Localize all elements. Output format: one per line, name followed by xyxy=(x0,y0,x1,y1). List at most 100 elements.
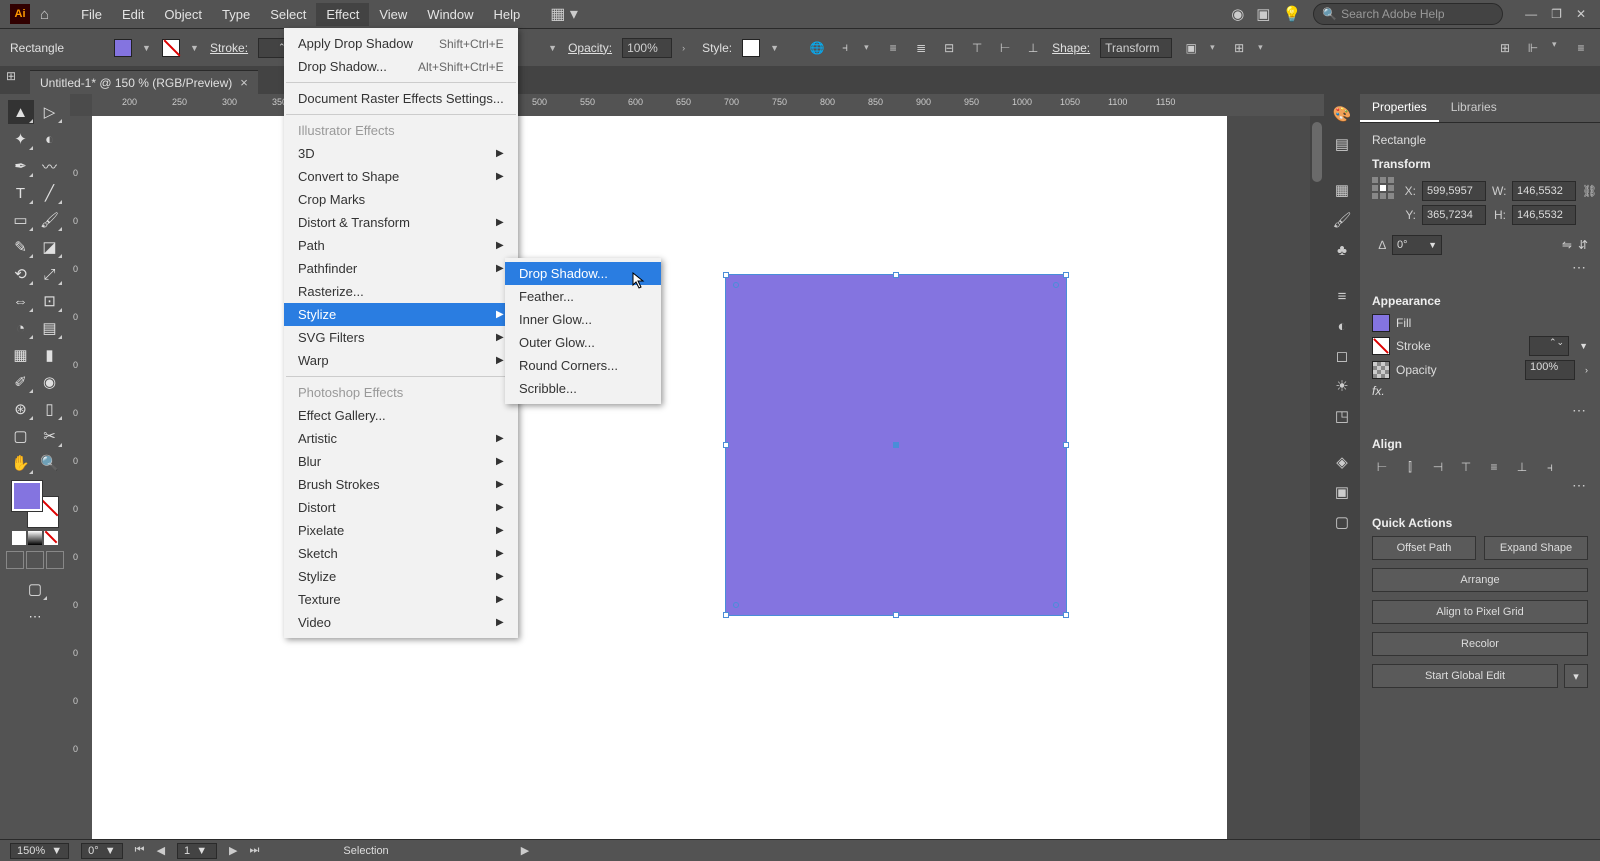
snap-pixel-icon[interactable]: ⊞ xyxy=(1496,39,1514,57)
artboard-tool[interactable]: ▢ xyxy=(8,424,34,448)
color-mode-none[interactable] xyxy=(44,531,58,545)
menu-help[interactable]: Help xyxy=(484,3,531,26)
opacity-field[interactable]: 100% xyxy=(622,38,672,58)
align-more-icon[interactable]: ⋯ xyxy=(1572,477,1588,494)
last-artboard-icon[interactable]: ⏭ xyxy=(250,844,260,857)
type-tool[interactable]: T xyxy=(8,181,34,205)
direct-selection-tool[interactable]: ▷ xyxy=(37,100,63,124)
close-icon[interactable]: ✕ xyxy=(1576,7,1586,21)
menu-distort-transform[interactable]: Distort & Transform▶ xyxy=(284,211,518,234)
close-tab-icon[interactable]: × xyxy=(240,75,248,90)
swatches-panel-icon[interactable]: ▦ xyxy=(1330,178,1354,202)
submenu-round-corners[interactable]: Round Corners... xyxy=(505,354,661,377)
align-bottom-icon[interactable]: ⊥ xyxy=(1512,457,1532,477)
menu-stylize-illustrator[interactable]: Stylize▶ xyxy=(284,303,518,326)
paintbrush-tool[interactable]: 🖌 xyxy=(37,208,63,232)
edit-toolbar[interactable]: ⋯ xyxy=(22,605,48,629)
menu-sketch[interactable]: Sketch▶ xyxy=(284,542,518,565)
layers-panel-icon[interactable]: ◈ xyxy=(1330,450,1354,474)
align-right-icon[interactable]: ⊣ xyxy=(1428,457,1448,477)
rotation-field[interactable]: 0° ▼ xyxy=(81,843,123,859)
align-to-icon[interactable]: ⊩ xyxy=(1524,39,1542,57)
angle-field[interactable]: 0°▼ xyxy=(1392,235,1442,255)
align-icon-4[interactable]: ⊟ xyxy=(940,39,958,57)
transform-more-icon[interactable]: ⋯ xyxy=(1572,259,1588,276)
submenu-inner-glow[interactable]: Inner Glow... xyxy=(505,308,661,331)
arrange-docs-icon[interactable]: ▣ xyxy=(1256,5,1270,23)
brushes-panel-icon[interactable]: 🖌 xyxy=(1330,208,1354,232)
scrollbar-vertical[interactable] xyxy=(1310,116,1324,839)
recolor-icon[interactable]: 🌐 xyxy=(808,39,826,57)
menu-3d[interactable]: 3D▶ xyxy=(284,142,518,165)
artboards-panel-icon[interactable]: ▢ xyxy=(1330,510,1354,534)
menu-pixelate[interactable]: Pixelate▶ xyxy=(284,519,518,542)
menu-video[interactable]: Video▶ xyxy=(284,611,518,634)
appearance-stroke-swatch[interactable] xyxy=(1372,337,1390,355)
align-vcenter-icon[interactable]: ≡ xyxy=(1484,457,1504,477)
menu-effect-gallery[interactable]: Effect Gallery... xyxy=(284,404,518,427)
workspace-switcher-icon[interactable]: ▦ ▾ xyxy=(550,4,578,24)
gradient-panel-icon[interactable]: ◐ xyxy=(1330,314,1354,338)
h-field[interactable] xyxy=(1512,205,1576,225)
scale-tool[interactable]: ⤢ xyxy=(37,262,63,286)
first-artboard-icon[interactable]: ⏮ xyxy=(135,844,145,857)
user-icon[interactable]: ◉ xyxy=(1231,5,1244,23)
link-wh-icon[interactable]: ⛓ xyxy=(1582,184,1597,198)
symbol-sprayer-tool[interactable]: ⊛ xyxy=(8,397,34,421)
line-tool[interactable]: ╱ xyxy=(37,181,63,205)
blend-tool[interactable]: ◉ xyxy=(37,370,63,394)
align-pixel-grid-button[interactable]: Align to Pixel Grid xyxy=(1372,600,1588,624)
rectangle-shape[interactable] xyxy=(725,274,1067,616)
menu-pathfinder[interactable]: Pathfinder▶ xyxy=(284,257,518,280)
expand-shape-button[interactable]: Expand Shape xyxy=(1484,536,1588,560)
menu-window[interactable]: Window xyxy=(417,3,483,26)
submenu-drop-shadow[interactable]: Drop Shadow... xyxy=(505,262,661,285)
extra-icon[interactable]: ⊞ xyxy=(1230,39,1248,57)
draw-inside[interactable] xyxy=(46,551,64,569)
menu-convert-to-shape[interactable]: Convert to Shape▶ xyxy=(284,165,518,188)
graphic-styles-icon[interactable]: ◳ xyxy=(1330,404,1354,428)
color-guide-icon[interactable]: ▤ xyxy=(1330,132,1354,156)
flip-h-icon[interactable]: ⇋ xyxy=(1562,238,1572,252)
appearance-panel-icon[interactable]: ☀ xyxy=(1330,374,1354,398)
menu-svg-filters[interactable]: SVG Filters▶ xyxy=(284,326,518,349)
eyedropper-tool[interactable]: ✐ xyxy=(8,370,34,394)
tab-properties[interactable]: Properties xyxy=(1360,94,1439,122)
recolor-button[interactable]: Recolor xyxy=(1372,632,1588,656)
fill-stroke-indicator[interactable] xyxy=(12,481,58,527)
zoom-field[interactable]: 150% ▼ xyxy=(10,843,69,859)
align-icon-1[interactable]: ⫞ xyxy=(836,39,854,57)
fx-label[interactable]: fx. xyxy=(1372,384,1385,398)
global-edit-options-icon[interactable]: ▾ xyxy=(1564,664,1588,688)
transparency-panel-icon[interactable]: ◻ xyxy=(1330,344,1354,368)
magic-wand-tool[interactable]: ✦ xyxy=(8,127,34,151)
color-panel-icon[interactable]: 🎨 xyxy=(1330,102,1354,126)
symbols-panel-icon[interactable]: ♣ xyxy=(1330,238,1354,262)
menu-rasterize[interactable]: Rasterize... xyxy=(284,280,518,303)
prev-artboard-icon[interactable]: ◀ xyxy=(157,844,165,857)
zoom-tool[interactable]: 🔍 xyxy=(37,451,63,475)
menu-crop-marks[interactable]: Crop Marks xyxy=(284,188,518,211)
start-global-edit-button[interactable]: Start Global Edit xyxy=(1372,664,1558,688)
menu-view[interactable]: View xyxy=(369,3,417,26)
graph-tool[interactable]: ▯ xyxy=(37,397,63,421)
artboard-area[interactable] xyxy=(92,116,1310,839)
menu-raster-settings[interactable]: Document Raster Effects Settings... xyxy=(284,87,518,110)
gradient-tool[interactable]: ▮ xyxy=(37,343,63,367)
screen-mode-tool[interactable]: ▢ xyxy=(22,577,48,601)
stroke-weight-prop[interactable]: ⌃⌄ xyxy=(1529,336,1569,356)
panel-menu-icon[interactable]: ≡ xyxy=(1572,39,1590,57)
flip-v-icon[interactable]: ⇵ xyxy=(1578,238,1588,252)
menu-stylize-photoshop[interactable]: Stylize▶ xyxy=(284,565,518,588)
draw-normal[interactable] xyxy=(6,551,24,569)
fill-box[interactable] xyxy=(12,481,42,511)
shape-builder-tool[interactable]: ◔ xyxy=(8,316,34,340)
home-icon[interactable]: ⌂ xyxy=(40,6,49,23)
stroke-panel-icon[interactable]: ≡ xyxy=(1330,284,1354,308)
align-distribute-icon[interactable]: ⫞ xyxy=(1540,457,1560,477)
bulb-icon[interactable]: 💡 xyxy=(1282,5,1301,23)
opacity-prop[interactable]: 100% xyxy=(1525,360,1575,380)
arrange-tab-icon[interactable]: ⊞ xyxy=(6,69,24,87)
reference-point-icon[interactable] xyxy=(1372,177,1394,201)
pen-tool[interactable]: ✒ xyxy=(8,154,34,178)
